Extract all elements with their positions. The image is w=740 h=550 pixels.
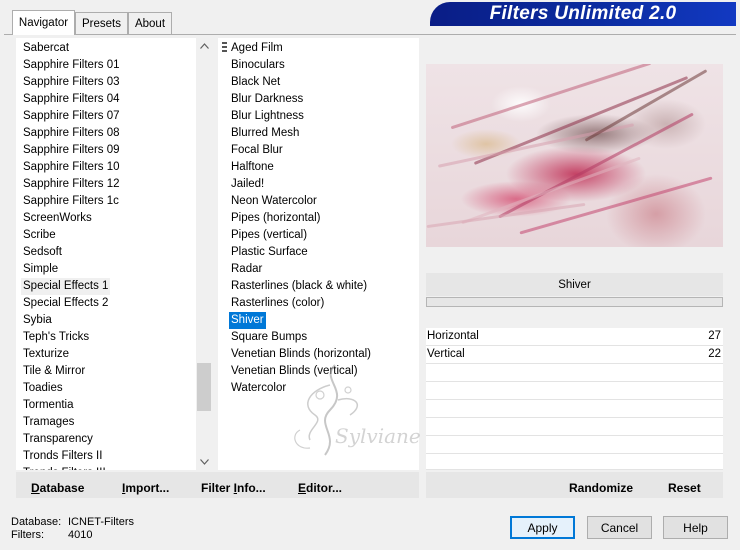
apply-button[interactable]: Apply — [510, 516, 575, 539]
filter-item[interactable]: Square Bumps — [229, 329, 309, 346]
category-item[interactable]: Tronds Filters III — [21, 465, 108, 470]
cancel-button[interactable]: Cancel — [587, 516, 652, 539]
category-item[interactable]: Sapphire Filters 03 — [21, 74, 122, 91]
category-item[interactable]: Sapphire Filters 10 — [21, 159, 122, 176]
filter-item[interactable]: Rasterlines (color) — [229, 295, 326, 312]
category-list[interactable]: Sabercat Sapphire Filters 01 Sapphire Filt… — [16, 38, 196, 470]
filter-item[interactable]: Binoculars — [229, 57, 287, 74]
category-item[interactable]: Sapphire Filters 09 — [21, 142, 122, 159]
import-button[interactable]: Import... — [122, 481, 169, 495]
category-scrollbar[interactable] — [196, 38, 212, 470]
param-row-empty — [426, 364, 723, 382]
category-item[interactable]: Sapphire Filters 1c — [21, 193, 121, 210]
filter-item[interactable]: Black Net — [229, 74, 282, 91]
filter-item[interactable]: Neon Watercolor — [229, 193, 319, 210]
watermark-signature: Sylviane — [280, 360, 430, 470]
category-item[interactable]: Sapphire Filters 01 — [21, 57, 122, 74]
category-item[interactable]: Tormentia — [21, 397, 76, 414]
scroll-thumb[interactable] — [197, 363, 211, 411]
param-row-empty — [426, 382, 723, 400]
category-item[interactable]: Simple — [21, 261, 60, 278]
filters-count-value: 4010 — [68, 529, 93, 541]
param-label: Vertical — [427, 348, 465, 360]
tab-strip-border — [4, 34, 736, 35]
filter-info-button[interactable]: Filter Info... — [201, 481, 266, 495]
category-item[interactable]: Tronds Filters II — [21, 448, 104, 465]
filter-item[interactable]: Jailed! — [229, 176, 266, 193]
filter-item[interactable]: Blurred Mesh — [229, 125, 301, 142]
filter-item[interactable]: Pipes (vertical) — [229, 227, 309, 244]
filter-item[interactable]: Pipes (horizontal) — [229, 210, 322, 227]
scroll-down-icon[interactable] — [196, 454, 212, 470]
category-item[interactable]: Teph's Tricks — [21, 329, 91, 346]
param-row-empty — [426, 454, 723, 470]
category-item[interactable]: Sedsoft — [21, 244, 64, 261]
svg-text:Sylviane: Sylviane — [335, 424, 421, 448]
scroll-up-icon[interactable] — [196, 38, 212, 54]
category-item[interactable]: Special Effects 1 — [21, 278, 111, 295]
category-item[interactable]: Scribe — [21, 227, 58, 244]
filter-preview-image — [426, 64, 723, 247]
category-item[interactable]: Sapphire Filters 04 — [21, 91, 122, 108]
category-item[interactable]: Transparency — [21, 431, 95, 448]
category-item[interactable]: Sapphire Filters 08 — [21, 125, 122, 142]
tab-navigator[interactable]: Navigator — [12, 10, 75, 35]
category-item[interactable]: Sabercat — [21, 40, 71, 57]
filter-item[interactable]: Blur Darkness — [229, 91, 305, 108]
param-label: Horizontal — [427, 330, 479, 342]
category-item[interactable]: Tile & Mirror — [21, 363, 87, 380]
category-item[interactable]: Special Effects 2 — [21, 295, 110, 312]
category-item[interactable]: Sapphire Filters 07 — [21, 108, 122, 125]
param-row-empty — [426, 418, 723, 436]
filter-item[interactable]: Focal Blur — [229, 142, 285, 159]
database-value: ICNET-Filters — [68, 516, 134, 528]
category-item[interactable]: Toadies — [21, 380, 65, 397]
param-value: 22 — [708, 348, 721, 360]
param-row-horizontal[interactable]: Horizontal 27 — [426, 328, 723, 346]
category-item[interactable]: Tramages — [21, 414, 76, 431]
filter-title: Shiver — [426, 273, 723, 296]
filter-item[interactable]: Shiver — [229, 312, 266, 329]
category-item[interactable]: ScreenWorks — [21, 210, 94, 227]
filter-item[interactable]: Aged Film — [229, 40, 285, 57]
category-item[interactable]: Sybia — [21, 312, 54, 329]
reset-button[interactable]: Reset — [668, 481, 701, 495]
filter-item[interactable]: Halftone — [229, 159, 276, 176]
filter-item[interactable]: Plastic Surface — [229, 244, 310, 261]
filter-item[interactable]: Rasterlines (black & white) — [229, 278, 369, 295]
tab-about[interactable]: About — [128, 12, 172, 34]
category-item[interactable]: Sapphire Filters 12 — [21, 176, 122, 193]
editor-button[interactable]: Editor... — [298, 481, 342, 495]
randomize-button[interactable]: Randomize — [569, 481, 633, 495]
filter-progress-bar — [426, 297, 723, 307]
database-button[interactable]: Database — [31, 481, 84, 495]
filter-item[interactable]: Radar — [229, 261, 264, 278]
param-value: 27 — [708, 330, 721, 342]
param-row-vertical[interactable]: Vertical 22 — [426, 346, 723, 364]
help-button[interactable]: Help — [663, 516, 728, 539]
param-row-empty — [426, 436, 723, 454]
filters-count-label: Filters: — [11, 529, 44, 541]
filter-item[interactable]: Blur Lightness — [229, 108, 306, 125]
param-row-empty — [426, 400, 723, 418]
category-item[interactable]: Texturize — [21, 346, 71, 363]
app-banner: Filters Unlimited 2.0 — [430, 2, 736, 26]
app-title: Filters Unlimited 2.0 — [489, 3, 677, 24]
database-label: Database: — [11, 516, 62, 528]
tab-presets[interactable]: Presets — [75, 12, 128, 34]
